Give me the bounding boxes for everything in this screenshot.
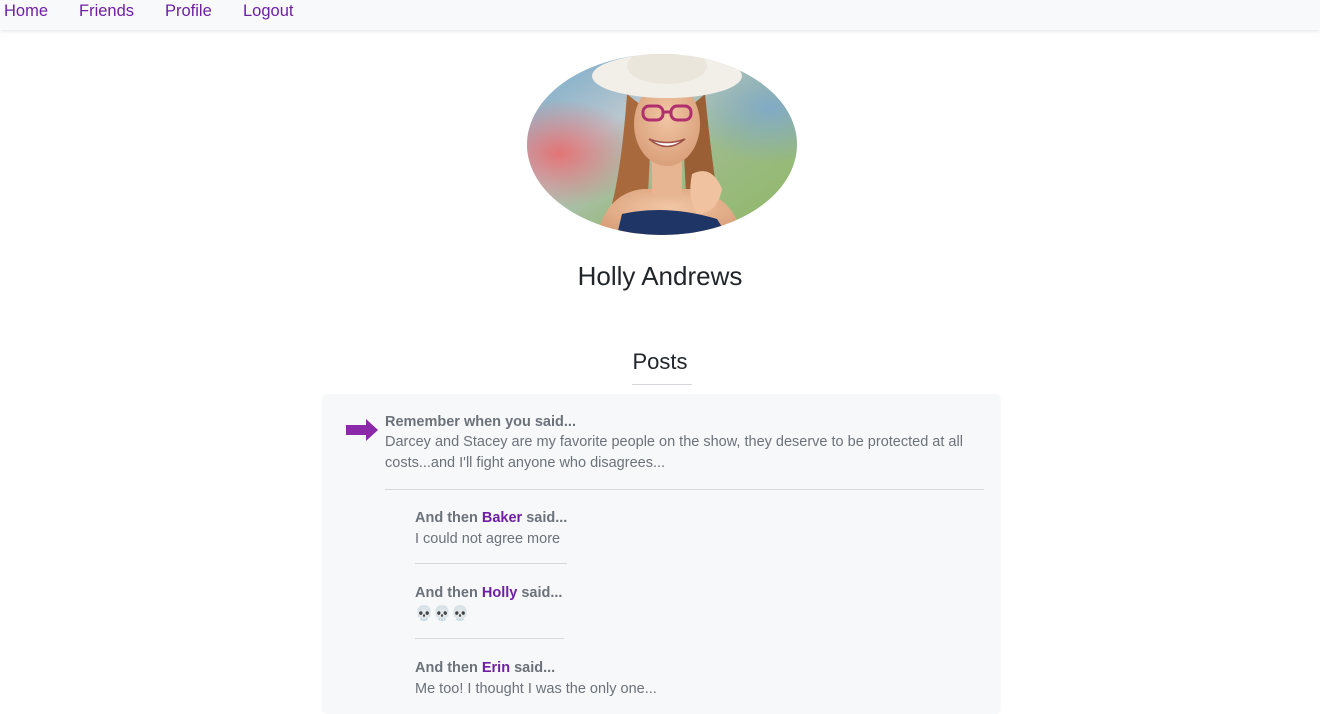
reply-user-link[interactable]: Holly — [482, 585, 517, 601]
reply-user-link[interactable]: Baker — [482, 510, 522, 526]
reply-prefix: And then — [415, 660, 482, 676]
posts-heading-underline — [632, 384, 692, 385]
reply-suffix: said... — [510, 660, 556, 676]
nav-logout-link[interactable]: Logout — [243, 1, 293, 21]
reply-divider — [415, 638, 564, 639]
reply-title: And then Holly said... — [415, 584, 562, 602]
post-title: Remember when you said... — [385, 414, 576, 430]
reply-item: And then Holly said... 💀💀💀 — [415, 584, 562, 623]
reply-divider — [415, 563, 567, 564]
reply-body: 💀💀💀 — [415, 606, 470, 622]
reply-suffix: said... — [522, 510, 568, 526]
post-divider — [385, 489, 984, 490]
post-card: Remember when you said... Darcey and Sta… — [322, 394, 1001, 714]
reply-title: And then Erin said... — [415, 659, 657, 677]
reply-title: And then Baker said... — [415, 509, 567, 527]
nav-friends-link[interactable]: Friends — [79, 1, 134, 21]
post-body: Darcey and Stacey are my favorite people… — [385, 434, 963, 471]
profile-avatar — [527, 54, 797, 235]
reply-suffix: said... — [517, 585, 563, 601]
nav-profile-link[interactable]: Profile — [165, 1, 212, 21]
reply-item: And then Erin said... Me too! I thought … — [415, 659, 657, 698]
profile-name: Holly Andrews — [577, 261, 743, 291]
reply-prefix: And then — [415, 510, 482, 526]
reply-body: Me too! I thought I was the only one... — [415, 681, 657, 697]
right-arrow-icon — [346, 419, 378, 441]
navbar: Home Friends Profile Logout — [0, 0, 1320, 30]
reply-body: I could not agree more — [415, 531, 561, 547]
profile-photo-image — [527, 54, 797, 235]
nav-home-link[interactable]: Home — [4, 1, 48, 21]
reply-user-link[interactable]: Erin — [482, 660, 510, 676]
reply-item: And then Baker said... I could not agree… — [415, 509, 567, 548]
reply-prefix: And then — [415, 585, 482, 601]
posts-heading: Posts — [632, 349, 688, 374]
